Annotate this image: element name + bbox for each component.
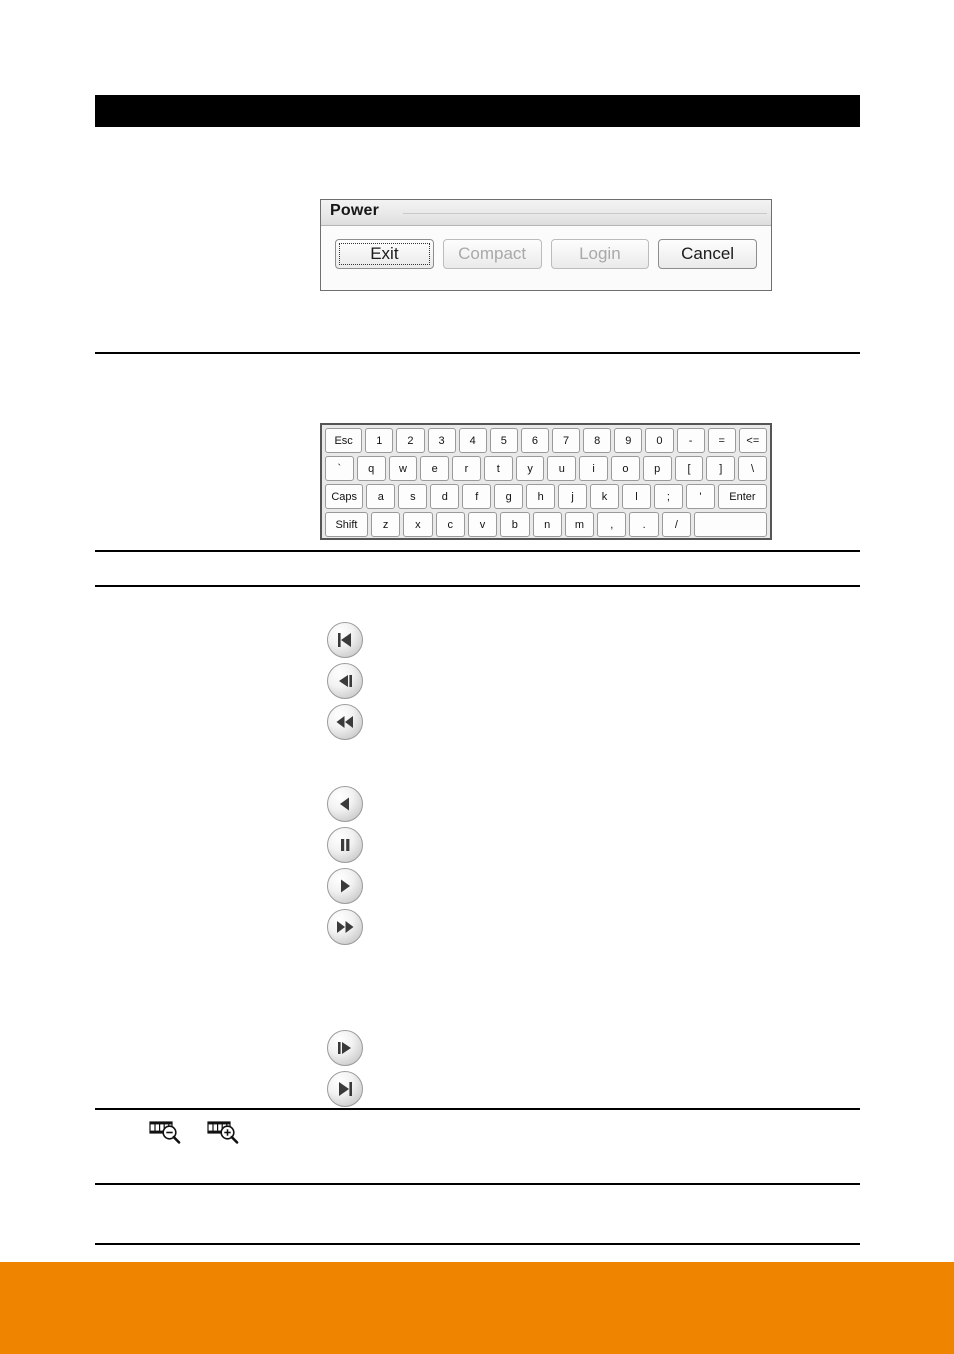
power-dialog-button-row: Exit Compact Login Cancel bbox=[321, 226, 771, 282]
step-backward-button[interactable] bbox=[327, 663, 363, 699]
key-comma[interactable]: , bbox=[597, 512, 627, 537]
key-f[interactable]: f bbox=[462, 484, 492, 509]
keyboard-row-4: Shift z x c v b n m , . / bbox=[325, 512, 768, 537]
exit-button[interactable]: Exit bbox=[335, 239, 434, 269]
play-icon bbox=[337, 878, 353, 894]
key-space[interactable] bbox=[694, 512, 768, 537]
document-page: Power Exit Compact Login Cancel Esc 1 2 … bbox=[0, 0, 954, 1354]
key-2[interactable]: 2 bbox=[396, 428, 425, 453]
step-backward-icon bbox=[336, 673, 354, 689]
page-header-bar bbox=[95, 95, 860, 127]
section-divider-5 bbox=[95, 1183, 860, 1185]
key-caps[interactable]: Caps bbox=[325, 484, 364, 509]
key-slash[interactable]: / bbox=[661, 512, 692, 537]
key-k[interactable]: k bbox=[590, 484, 620, 509]
key-l[interactable]: l bbox=[622, 484, 651, 509]
key-c[interactable]: c bbox=[435, 512, 465, 537]
key-w[interactable]: w bbox=[388, 456, 418, 481]
key-backslash[interactable]: \ bbox=[738, 456, 767, 481]
power-dialog-title: Power bbox=[330, 202, 380, 219]
virtual-keyboard: Esc 1 2 3 4 5 6 7 8 9 0 - = <= ` q w e r… bbox=[320, 423, 772, 540]
key-x[interactable]: x bbox=[403, 512, 433, 537]
key-backtick[interactable]: ` bbox=[325, 456, 354, 481]
key-backspace[interactable]: <= bbox=[738, 428, 767, 453]
key-3[interactable]: 3 bbox=[427, 428, 456, 453]
key-y[interactable]: y bbox=[515, 456, 545, 481]
step-forward-icon bbox=[336, 1040, 354, 1056]
key-0[interactable]: 0 bbox=[645, 428, 674, 453]
key-7[interactable]: 7 bbox=[552, 428, 581, 453]
play-button[interactable] bbox=[327, 868, 363, 904]
play-backward-icon bbox=[337, 796, 353, 812]
key-n[interactable]: n bbox=[532, 512, 562, 537]
key-4[interactable]: 4 bbox=[458, 428, 487, 453]
film-zoom-out-icon bbox=[149, 1121, 185, 1152]
key-1[interactable]: 1 bbox=[365, 428, 394, 453]
key-t[interactable]: t bbox=[483, 456, 513, 481]
section-divider-3 bbox=[95, 585, 860, 587]
keyboard-row-2: ` q w e r t y u i o p [ ] \ bbox=[325, 456, 767, 481]
section-divider-6 bbox=[95, 1243, 860, 1245]
keyboard-row-3: Caps a s d f g h j k l ; ' Enter bbox=[325, 484, 768, 509]
fast-forward-icon bbox=[335, 919, 355, 935]
film-zoom-in-button[interactable] bbox=[207, 1118, 243, 1148]
key-i[interactable]: i bbox=[579, 456, 609, 481]
key-bracket-left[interactable]: [ bbox=[674, 456, 704, 481]
cancel-button[interactable]: Cancel bbox=[658, 239, 757, 269]
section-divider-2 bbox=[95, 550, 860, 552]
page-footer-bar bbox=[0, 1262, 954, 1354]
skip-to-end-button[interactable] bbox=[327, 1071, 363, 1107]
key-r[interactable]: r bbox=[452, 456, 481, 481]
rewind-icon bbox=[335, 714, 355, 730]
key-s[interactable]: s bbox=[398, 484, 428, 509]
key-u[interactable]: u bbox=[547, 456, 577, 481]
key-b[interactable]: b bbox=[500, 512, 530, 537]
key-j[interactable]: j bbox=[558, 484, 588, 509]
key-apostrophe[interactable]: ' bbox=[685, 484, 715, 509]
key-period[interactable]: . bbox=[629, 512, 659, 537]
compact-button[interactable]: Compact bbox=[442, 239, 542, 269]
key-9[interactable]: 9 bbox=[614, 428, 643, 453]
key-z[interactable]: z bbox=[370, 512, 401, 537]
skip-to-start-icon bbox=[336, 632, 354, 648]
key-o[interactable]: o bbox=[611, 456, 640, 481]
key-bracket-right[interactable]: ] bbox=[706, 456, 736, 481]
key-semicolon[interactable]: ; bbox=[653, 484, 683, 509]
key-8[interactable]: 8 bbox=[583, 428, 612, 453]
key-enter[interactable]: Enter bbox=[717, 484, 768, 509]
key-6[interactable]: 6 bbox=[520, 428, 550, 453]
skip-to-start-button[interactable] bbox=[327, 622, 363, 658]
power-dialog: Power Exit Compact Login Cancel bbox=[320, 199, 772, 291]
key-p[interactable]: p bbox=[642, 456, 672, 481]
film-zoom-out-button[interactable] bbox=[149, 1118, 185, 1148]
section-divider-1 bbox=[95, 352, 860, 354]
step-forward-button[interactable] bbox=[327, 1030, 363, 1066]
key-m[interactable]: m bbox=[564, 512, 595, 537]
key-shift[interactable]: Shift bbox=[325, 512, 368, 537]
key-esc[interactable]: Esc bbox=[325, 428, 363, 453]
fast-forward-button[interactable] bbox=[327, 909, 363, 945]
key-5[interactable]: 5 bbox=[489, 428, 518, 453]
key-a[interactable]: a bbox=[366, 484, 396, 509]
key-d[interactable]: d bbox=[430, 484, 460, 509]
rewind-button[interactable] bbox=[327, 704, 363, 740]
key-v[interactable]: v bbox=[467, 512, 498, 537]
key-h[interactable]: h bbox=[526, 484, 556, 509]
keyboard-row-1: Esc 1 2 3 4 5 6 7 8 9 0 - = <= bbox=[325, 428, 767, 453]
key-g[interactable]: g bbox=[494, 484, 524, 509]
key-minus[interactable]: - bbox=[676, 428, 705, 453]
pause-button[interactable] bbox=[327, 827, 363, 863]
film-zoom-in-icon bbox=[207, 1121, 243, 1152]
login-button[interactable]: Login bbox=[550, 239, 650, 269]
play-backward-button[interactable] bbox=[327, 786, 363, 822]
power-dialog-titlebar: Power bbox=[321, 200, 771, 226]
key-equals[interactable]: = bbox=[707, 428, 736, 453]
section-divider-4 bbox=[95, 1108, 860, 1110]
key-e[interactable]: e bbox=[420, 456, 450, 481]
skip-to-end-icon bbox=[336, 1081, 354, 1097]
key-q[interactable]: q bbox=[356, 456, 386, 481]
pause-icon bbox=[337, 837, 353, 853]
